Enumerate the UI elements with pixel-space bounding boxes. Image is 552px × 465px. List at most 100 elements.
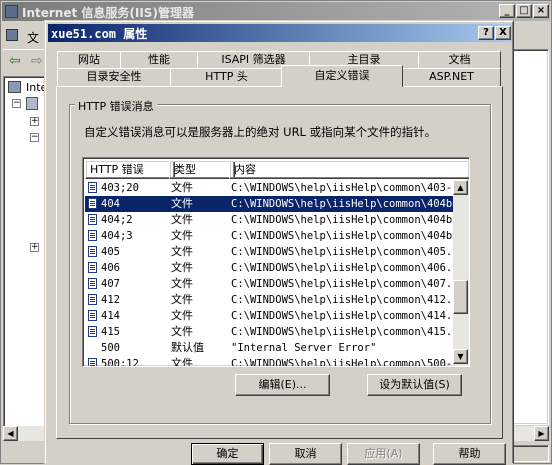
cell-http-error: 406 xyxy=(101,262,120,274)
list-vscrollbar[interactable]: ▲ ▼ xyxy=(453,180,469,366)
cell-content: "Internal Server Error" xyxy=(231,342,377,354)
main-close-button[interactable]: × xyxy=(533,4,549,18)
tree-pane[interactable]: Inte − + − + xyxy=(3,76,49,441)
groupbox-title: HTTP 错误消息 xyxy=(75,98,157,114)
cell-http-error: 404;2 xyxy=(101,214,133,226)
main-window-title: Internet 信息服务(IIS)管理器 xyxy=(22,6,194,20)
list-item[interactable]: 406 文件 C:\WINDOWS\help\iisHelp\common\406.… xyxy=(85,260,453,276)
cell-content: C:\WINDOWS\help\iisHelp\common\406.ht xyxy=(231,262,453,274)
back-arrow-icon[interactable]: ⇦ xyxy=(9,53,21,69)
iis-root-icon xyxy=(8,81,21,93)
close-caption-button[interactable]: X xyxy=(495,26,511,40)
edit-button[interactable]: 编辑(E)... xyxy=(235,374,330,396)
list-item[interactable]: 404;3 文件 C:\WINDOWS\help\iisHelp\common\40… xyxy=(85,228,453,244)
tab-documents[interactable]: 文档 xyxy=(418,51,501,68)
cell-content: C:\WINDOWS\help\iisHelp\common\404b.h xyxy=(231,230,453,242)
tab-page: HTTP 错误消息 自定义错误消息可以是服务器上的绝对 URL 或指向某个文件的… xyxy=(56,86,503,439)
right-hscroll[interactable]: ▶ xyxy=(511,426,549,441)
list-item[interactable]: 415 文件 C:\WINDOWS\help\iisHelp\common\415.… xyxy=(85,324,453,340)
forward-arrow-icon[interactable]: ⇨ xyxy=(31,53,43,69)
tree-expand-icon[interactable]: + xyxy=(30,243,39,252)
cell-type: 文件 xyxy=(171,245,193,258)
help-button[interactable]: 帮助 xyxy=(433,443,506,465)
tab-performance[interactable]: 性能 xyxy=(120,51,198,68)
tab-aspnet[interactable]: ASP.NET xyxy=(402,68,501,86)
document-icon xyxy=(88,198,97,209)
cell-content: C:\WINDOWS\help\iisHelp\common\403-. xyxy=(231,182,453,194)
tab-http-headers[interactable]: HTTP 头 xyxy=(170,68,283,86)
tree-expand-icon[interactable]: + xyxy=(30,117,39,126)
document-icon xyxy=(88,246,97,257)
list-header: HTTP 错误 类型 内容 xyxy=(85,160,469,179)
list-item[interactable]: 405 文件 C:\WINDOWS\help\iisHelp\common\405.… xyxy=(85,244,453,260)
cell-http-error: 403;20 xyxy=(101,182,139,194)
cell-type: 文件 xyxy=(171,213,193,226)
tab-website[interactable]: 网站 xyxy=(57,51,121,68)
cell-type: 文件 xyxy=(171,293,193,306)
list-item[interactable]: 414 文件 C:\WINDOWS\help\iisHelp\common\414.… xyxy=(85,308,453,324)
toolbar: ⇦ ⇨ xyxy=(3,49,49,73)
list-body: 403;20 文件 C:\WINDOWS\help\iisHelp\common\4… xyxy=(85,180,453,366)
cell-http-error: 414 xyxy=(101,310,120,322)
cell-content: C:\WINDOWS\help\iisHelp\common\404b.h xyxy=(231,198,453,210)
cancel-button[interactable]: 取消 xyxy=(269,443,342,465)
cell-content: C:\WINDOWS\help\iisHelp\common\404b.h xyxy=(231,214,453,226)
list-item[interactable]: 403;20 文件 C:\WINDOWS\help\iisHelp\common\4… xyxy=(85,180,453,196)
list-item[interactable]: 404;2 文件 C:\WINDOWS\help\iisHelp\common\40… xyxy=(85,212,453,228)
description-text: 自定义错误消息可以是服务器上的绝对 URL 或指向某个文件的指针。 xyxy=(84,125,437,139)
list-item[interactable]: 500 默认值 "Internal Server Error" xyxy=(85,340,453,356)
cell-type: 文件 xyxy=(171,357,193,366)
cell-content: C:\WINDOWS\help\iisHelp\common\414.ht xyxy=(231,310,453,322)
document-icon xyxy=(88,278,97,289)
apply-button[interactable]: 应用(A) xyxy=(347,443,420,465)
scroll-up-icon[interactable]: ▲ xyxy=(453,180,468,195)
document-icon xyxy=(88,326,97,337)
tab-custom-errors[interactable]: 自定义错误 xyxy=(281,65,403,87)
cell-type: 文件 xyxy=(171,325,193,338)
set-default-button[interactable]: 设为默认值(S) xyxy=(367,374,462,396)
list-item[interactable]: 412 文件 C:\WINDOWS\help\iisHelp\common\412.… xyxy=(85,292,453,308)
menu-bar: 文 xyxy=(3,25,49,47)
list-item[interactable]: 500;12 文件 C:\WINDOWS\help\iisHelp\common\5… xyxy=(85,356,453,366)
header-type[interactable]: 类型 xyxy=(169,160,235,179)
scroll-thumb[interactable] xyxy=(453,280,468,314)
document-icon xyxy=(88,310,97,321)
cell-type: 文件 xyxy=(171,261,193,274)
document-icon xyxy=(88,262,97,273)
main-titlebar[interactable]: Internet 信息服务(IIS)管理器 _ □ × xyxy=(2,2,550,21)
dialog-titlebar[interactable]: xue51.com 属性 ? X xyxy=(48,24,512,42)
list-item[interactable]: 404 文件 C:\WINDOWS\help\iisHelp\common\404b… xyxy=(85,196,453,212)
tab-directory-security[interactable]: 目录安全性 xyxy=(57,68,171,86)
document-icon xyxy=(88,182,97,193)
cell-http-error: 415 xyxy=(101,326,120,338)
scroll-left-icon[interactable]: ◀ xyxy=(3,426,18,441)
document-icon xyxy=(88,230,97,241)
cell-type: 文件 xyxy=(171,181,193,194)
maximize-button[interactable]: □ xyxy=(516,4,532,18)
minimize-button[interactable]: _ xyxy=(499,4,515,18)
cell-content: C:\WINDOWS\help\iisHelp\common\407.ht xyxy=(231,278,453,290)
scroll-down-icon[interactable]: ▼ xyxy=(453,349,468,364)
scroll-right-icon[interactable]: ▶ xyxy=(534,426,549,441)
cell-content: C:\WINDOWS\help\iisHelp\common\500- xyxy=(231,358,453,366)
tree-expand-icon[interactable]: − xyxy=(12,99,21,108)
ok-button[interactable]: 确定 xyxy=(191,443,264,465)
document-icon xyxy=(88,358,97,366)
header-http-error[interactable]: HTTP 错误 xyxy=(85,160,175,179)
tree-expand-icon[interactable]: − xyxy=(30,133,39,142)
list-item[interactable]: 407 文件 C:\WINDOWS\help\iisHelp\common\407.… xyxy=(85,276,453,292)
header-content[interactable]: 内容 xyxy=(229,160,469,179)
help-caption-button[interactable]: ? xyxy=(478,26,494,40)
content-pane xyxy=(511,49,549,425)
tree-hscrollbar[interactable]: ◀ xyxy=(3,426,49,441)
cell-http-error: 405 xyxy=(101,246,120,258)
cell-http-error: 412 xyxy=(101,294,120,306)
cell-content: C:\WINDOWS\help\iisHelp\common\412.ht xyxy=(231,294,453,306)
properties-dialog: xue51.com 属性 ? X 网站 性能 ISAPI 筛选器 主目录 文档 … xyxy=(44,20,514,465)
dialog-title: xue51.com 属性 xyxy=(51,27,148,41)
menu-item-file[interactable]: 文 xyxy=(27,29,39,46)
error-list[interactable]: HTTP 错误 类型 内容 403;20 文件 C:\WINDOWS\help\ii… xyxy=(82,157,470,367)
cell-type: 文件 xyxy=(171,277,193,290)
app-icon xyxy=(5,5,18,18)
cell-http-error: 404;3 xyxy=(101,230,133,242)
